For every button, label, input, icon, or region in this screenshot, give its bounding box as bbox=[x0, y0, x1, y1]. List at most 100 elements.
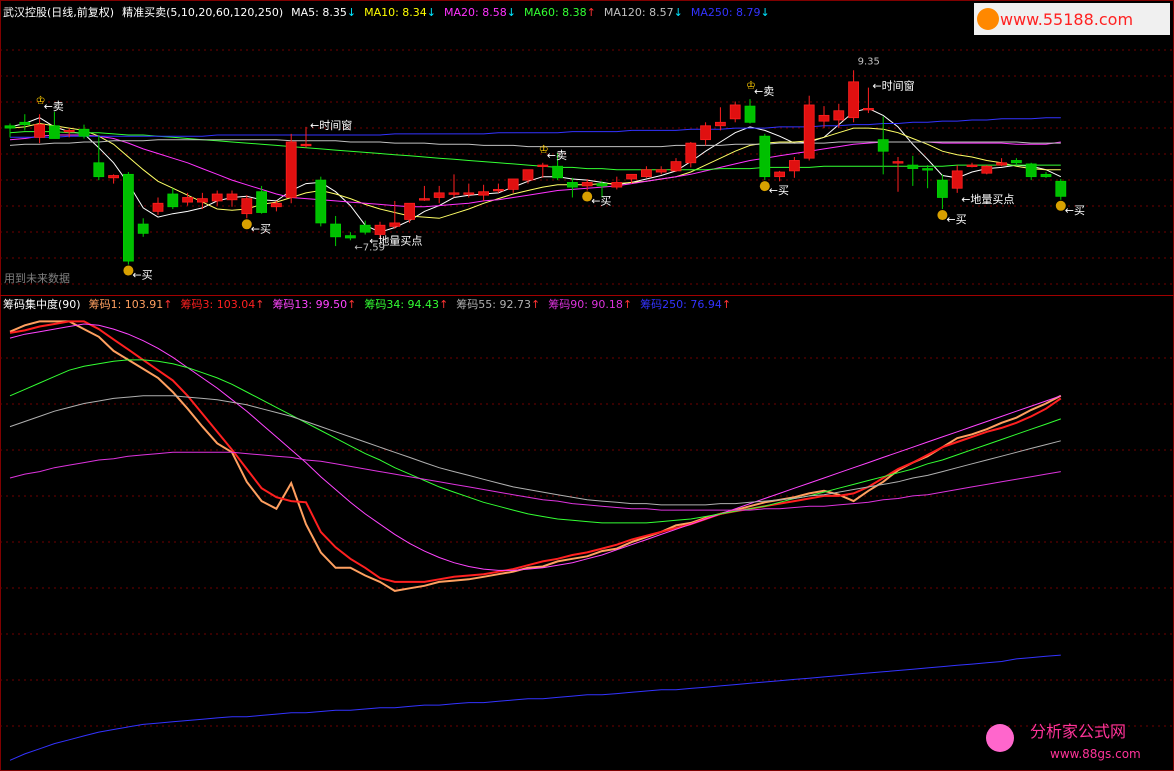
signal-time: ←时间窗 bbox=[310, 118, 352, 132]
price-header-0: 武汉控股(日线,前复权) bbox=[3, 5, 114, 19]
future-data-note: 用到未来数据 bbox=[4, 271, 70, 285]
candle-body bbox=[537, 164, 549, 167]
chip-header-2: 筹码3: 103.04 bbox=[181, 297, 256, 311]
candle-body bbox=[507, 178, 519, 190]
candle-body bbox=[137, 223, 149, 234]
candle-body bbox=[670, 161, 682, 172]
watermark-bottom-text: 分析家公式网 bbox=[1030, 722, 1126, 741]
signal-sell: ←卖 bbox=[754, 85, 774, 98]
chip-header-arrow-6: ↑ bbox=[623, 298, 632, 311]
signal-buy: ←买 bbox=[591, 195, 611, 208]
chip-header-3: 筹码13: 99.50 bbox=[272, 297, 347, 311]
signal-buy: ←买 bbox=[769, 184, 789, 197]
signal-buy: ←买 bbox=[132, 269, 152, 282]
candle-body bbox=[803, 104, 815, 159]
price-mark: ←7.59 bbox=[354, 242, 385, 253]
candle-body bbox=[167, 193, 179, 208]
candle-body bbox=[315, 179, 327, 224]
candle-body bbox=[1040, 173, 1052, 178]
candle-body bbox=[833, 110, 845, 121]
chip-line-1 bbox=[9, 320, 1062, 583]
candle-body bbox=[78, 128, 90, 137]
chip-header-1: 筹码1: 103.91 bbox=[89, 297, 164, 311]
candle-body bbox=[256, 191, 268, 213]
candle-body bbox=[937, 179, 948, 198]
candle-body bbox=[463, 192, 475, 195]
candle-body bbox=[19, 121, 31, 126]
price-header-arrow-5: ↑ bbox=[587, 6, 596, 19]
candle-body bbox=[344, 235, 356, 239]
chip-header-arrow-5: ↑ bbox=[531, 298, 540, 311]
chip-header-arrow-4: ↑ bbox=[439, 298, 448, 311]
candle-body bbox=[715, 121, 726, 127]
candle-body bbox=[848, 81, 859, 119]
candle-body bbox=[374, 224, 386, 235]
candle-body bbox=[922, 168, 933, 171]
price-header-2: MA5: 8.35 bbox=[291, 6, 347, 19]
candle-body bbox=[789, 160, 800, 172]
candle-body bbox=[300, 143, 312, 147]
watermark-bottom-url: www.88gs.com bbox=[1050, 747, 1141, 761]
candle-body bbox=[1025, 163, 1037, 178]
candle-body bbox=[700, 125, 711, 141]
candle-body bbox=[892, 161, 904, 164]
signal-buy: ←买 bbox=[251, 222, 271, 235]
signal-sell: ←卖 bbox=[547, 149, 567, 162]
chip-header-7: 筹码250: 76.94 bbox=[640, 297, 722, 311]
price-header-3: MA10: 8.34 bbox=[364, 6, 427, 19]
candle-body bbox=[744, 105, 756, 123]
flower-logo-icon bbox=[986, 724, 1014, 752]
candle-body bbox=[389, 222, 401, 227]
candle-body bbox=[907, 164, 919, 169]
candle-body bbox=[478, 191, 490, 196]
chip-header-4: 筹码34: 94.43 bbox=[364, 297, 439, 311]
candle-body bbox=[152, 202, 164, 212]
candle-body bbox=[877, 139, 889, 152]
candle-body bbox=[433, 192, 445, 198]
price-header-arrow-7: ↓ bbox=[761, 6, 770, 19]
candle-body bbox=[492, 188, 504, 192]
candle-body bbox=[996, 162, 1007, 166]
candle-body bbox=[655, 169, 667, 173]
chip-line-2 bbox=[9, 323, 1061, 571]
candle-body bbox=[196, 198, 208, 203]
candle-body bbox=[448, 192, 460, 195]
candle-body bbox=[211, 193, 223, 202]
candle-body bbox=[596, 183, 608, 187]
price-header-5: MA60: 8.38 bbox=[524, 6, 587, 19]
chip-line-6 bbox=[9, 654, 1061, 761]
candle-body bbox=[966, 164, 978, 167]
candle-body bbox=[729, 104, 741, 120]
candle-body bbox=[285, 141, 297, 198]
candle-body bbox=[4, 125, 16, 129]
candle-body bbox=[951, 170, 963, 189]
candle-body bbox=[241, 198, 253, 215]
price-header-arrow-3: ↓ bbox=[427, 6, 436, 19]
chip-header-arrow-7: ↑ bbox=[722, 298, 731, 311]
candle-body bbox=[1055, 180, 1067, 197]
chip-header-arrow-3: ↑ bbox=[347, 298, 356, 311]
chip-header-0: 筹码集中度(90) bbox=[3, 297, 81, 311]
candle-body bbox=[759, 135, 771, 178]
signal-time: ←时间窗 bbox=[872, 79, 914, 93]
candle-body bbox=[359, 224, 371, 233]
candle-body bbox=[567, 182, 578, 188]
candle-body bbox=[1011, 160, 1022, 164]
price-header-arrow-2: ↓ bbox=[347, 6, 356, 19]
candle-body bbox=[108, 175, 119, 179]
chip-line-5 bbox=[9, 451, 1061, 511]
candle-body bbox=[404, 202, 416, 220]
signal-buy: ←买 bbox=[1065, 204, 1085, 217]
price-header-arrow-4: ↓ bbox=[507, 6, 516, 19]
candle-body bbox=[981, 165, 993, 174]
ma-line-ma120 bbox=[9, 139, 1061, 148]
ma-line-ma60 bbox=[9, 131, 1061, 171]
candle-body bbox=[552, 165, 563, 179]
price-header-1: 精准买卖(5,10,20,60,120,250) bbox=[122, 6, 283, 19]
candle-body bbox=[685, 142, 697, 164]
candle-body bbox=[522, 169, 534, 181]
signal-buy: ←买 bbox=[946, 213, 966, 226]
chip-header-5: 筹码55: 92.73 bbox=[456, 297, 531, 311]
candle-body bbox=[626, 173, 637, 180]
watermark-top-text: www.55188.com bbox=[1000, 10, 1133, 29]
